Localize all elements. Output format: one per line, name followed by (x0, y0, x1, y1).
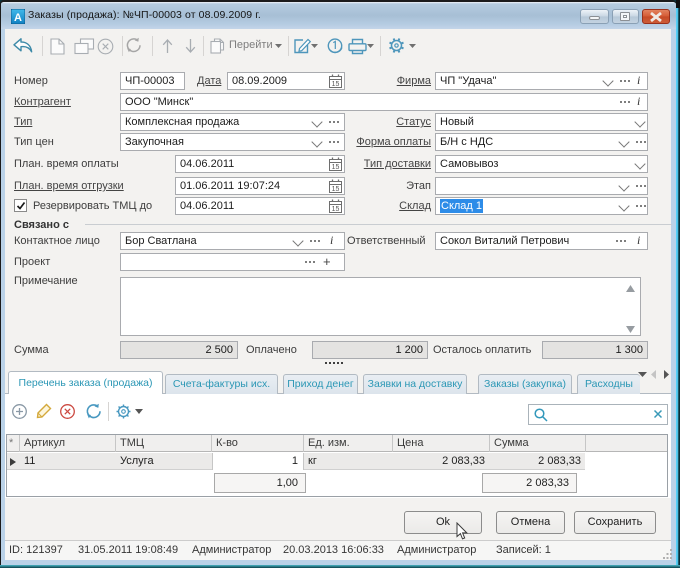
svg-text:15: 15 (332, 206, 340, 213)
svg-text:15: 15 (332, 164, 340, 171)
svg-text:15: 15 (332, 81, 340, 88)
svg-text:A: A (14, 12, 22, 24)
svg-text:15: 15 (332, 186, 340, 193)
